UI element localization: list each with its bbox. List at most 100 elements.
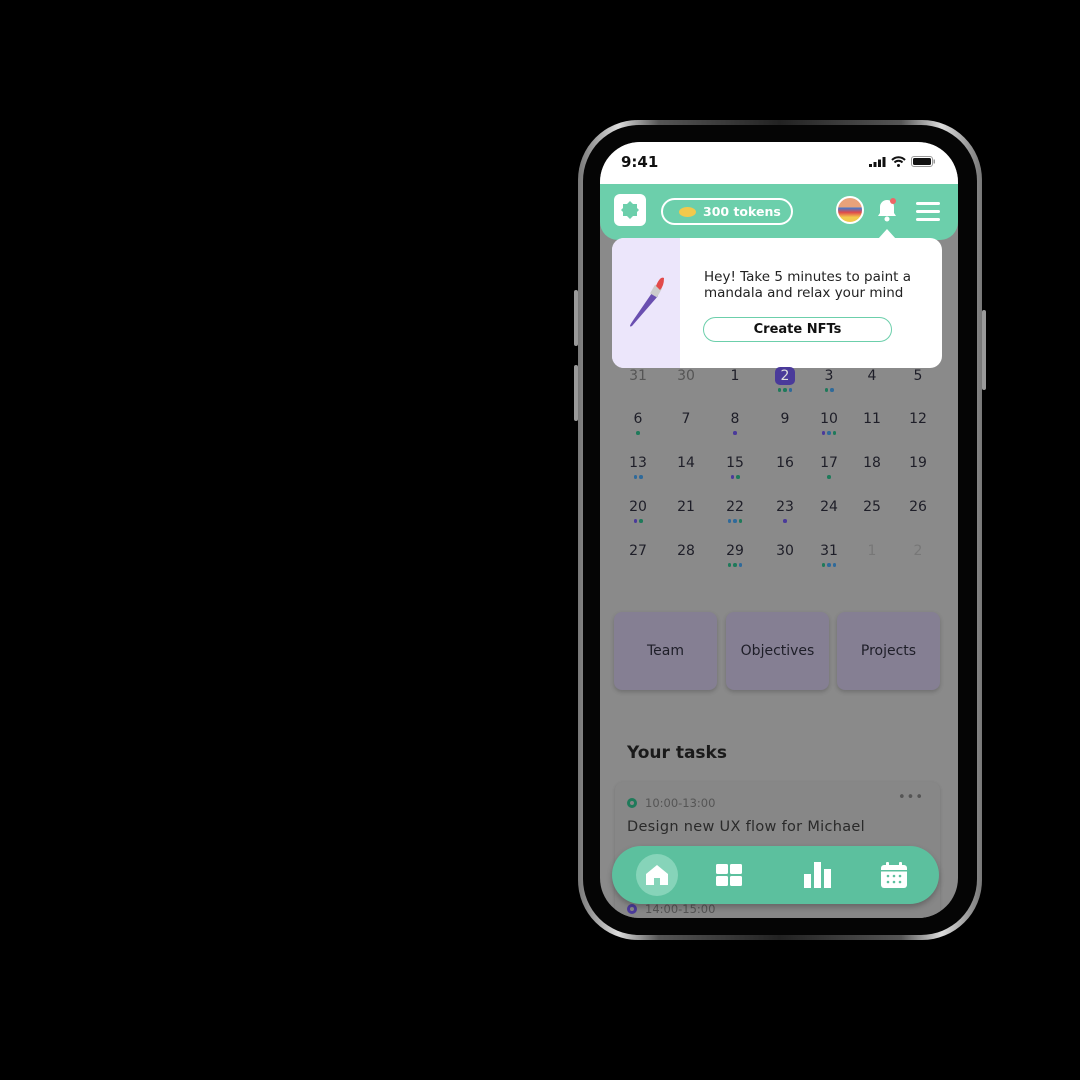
- status-bar: 9:41: [600, 142, 958, 184]
- task-title: Design new UX flow for Michael: [627, 819, 865, 835]
- calendar-day[interactable]: 12: [900, 411, 936, 435]
- nav-stats[interactable]: [797, 854, 839, 896]
- event-dot: [736, 475, 740, 479]
- event-dots: [854, 519, 890, 523]
- day-number: 2: [913, 543, 923, 559]
- bell-icon[interactable]: [877, 197, 899, 223]
- calendar-day[interactable]: 1: [854, 543, 890, 567]
- event-dots: [717, 431, 753, 435]
- calendar-day[interactable]: 14: [668, 455, 704, 479]
- calendar-day[interactable]: 21: [668, 499, 704, 523]
- event-dots: [900, 563, 936, 567]
- card-projects[interactable]: Projects: [837, 612, 940, 690]
- day-number: 5: [913, 368, 923, 384]
- card-team[interactable]: Team: [614, 612, 717, 690]
- popup-illustration: [612, 238, 680, 368]
- event-dots: [811, 388, 847, 392]
- event-dots: [668, 388, 704, 392]
- app-logo-icon[interactable]: [614, 194, 646, 226]
- calendar-day[interactable]: 8: [717, 411, 753, 435]
- event-dots: [854, 475, 890, 479]
- more-options-icon[interactable]: •••: [898, 790, 924, 805]
- calendar-day[interactable]: 18: [854, 455, 890, 479]
- calendar-day[interactable]: 20: [620, 499, 656, 523]
- tokens-button[interactable]: 300 tokens: [661, 198, 793, 225]
- notification-popup: Hey! Take 5 minutes to paint a mandala a…: [612, 238, 942, 368]
- event-dot: [633, 475, 637, 479]
- event-dots: [620, 475, 656, 479]
- tasks-heading: Your tasks: [627, 743, 727, 763]
- day-number: 10: [820, 411, 838, 427]
- calendar-day[interactable]: 25: [854, 499, 890, 523]
- power-button: [982, 310, 986, 390]
- event-dot: [777, 388, 782, 392]
- task-time: 10:00-13:00: [645, 796, 716, 810]
- calendar-day[interactable]: 24: [811, 499, 847, 523]
- event-dots: [854, 388, 890, 392]
- calendar-day[interactable]: 28: [668, 543, 704, 567]
- calendar-day[interactable]: 15: [717, 455, 753, 479]
- event-dots: [668, 431, 704, 435]
- calendar-day[interactable]: 31: [620, 368, 656, 392]
- event-dot: [639, 475, 643, 479]
- create-nfts-button[interactable]: Create NFTs: [703, 317, 892, 342]
- calendar-day[interactable]: 5: [900, 368, 936, 392]
- calendar-day[interactable]: 19: [900, 455, 936, 479]
- calendar-day[interactable]: 23: [767, 499, 803, 523]
- calendar-day[interactable]: 13: [620, 455, 656, 479]
- calendar-day[interactable]: 30: [767, 543, 803, 567]
- calendar-day[interactable]: 16: [767, 455, 803, 479]
- nav-calendar[interactable]: [873, 854, 915, 896]
- event-dots: [811, 431, 847, 435]
- app-header: 300 tokens: [600, 184, 958, 240]
- event-dots: [854, 431, 890, 435]
- calendar-day[interactable]: 4: [854, 368, 890, 392]
- calendar-day[interactable]: 27: [620, 543, 656, 567]
- calendar-day[interactable]: 6: [620, 411, 656, 435]
- status-dot-icon: [627, 798, 637, 808]
- calendar-day[interactable]: 26: [900, 499, 936, 523]
- calendar-day[interactable]: 3: [811, 368, 847, 392]
- calendar-day[interactable]: 2: [767, 367, 803, 392]
- signal-icon: [869, 157, 886, 167]
- calendar-day[interactable]: 10: [811, 411, 847, 435]
- event-dots: [668, 475, 704, 479]
- calendar-day[interactable]: 29: [717, 543, 753, 567]
- day-number: 13: [629, 455, 647, 471]
- event-dots: [717, 388, 753, 392]
- calendar-day[interactable]: 17: [811, 455, 847, 479]
- battery-icon: [911, 156, 935, 167]
- calendar-day[interactable]: 7: [668, 411, 704, 435]
- status-time: 9:41: [621, 153, 659, 171]
- event-dots: [620, 519, 656, 523]
- day-number: 14: [677, 455, 695, 471]
- calendar-day[interactable]: 11: [854, 411, 890, 435]
- app-screen: 9:41 300 tokens Hey! Take 5 minutes to p…: [600, 142, 958, 918]
- calendar-day[interactable]: 30: [668, 368, 704, 392]
- status-dot-icon: [627, 904, 637, 914]
- nav-home[interactable]: [636, 854, 678, 896]
- event-dots: [900, 475, 936, 479]
- avatar[interactable]: [836, 196, 864, 224]
- day-number: 22: [726, 499, 744, 515]
- event-dot: [733, 563, 737, 567]
- calendar-day[interactable]: 9: [767, 411, 803, 435]
- day-number: 27: [629, 543, 647, 559]
- calendar-day[interactable]: 22: [717, 499, 753, 523]
- day-number: 1: [867, 543, 877, 559]
- day-number: 30: [776, 543, 794, 559]
- calendar-day[interactable]: 2: [900, 543, 936, 567]
- event-dot: [783, 519, 787, 523]
- day-number: 30: [677, 368, 695, 384]
- nav-dashboard[interactable]: [708, 854, 750, 896]
- event-dots: [811, 475, 847, 479]
- calendar-icon: [881, 862, 907, 888]
- day-number: 6: [633, 411, 643, 427]
- event-dots: [767, 431, 803, 435]
- calendar-day[interactable]: 1: [717, 368, 753, 392]
- event-dot: [827, 475, 831, 479]
- card-objectives[interactable]: Objectives: [726, 612, 829, 690]
- calendar-day[interactable]: 31: [811, 543, 847, 567]
- task-card-2[interactable]: 14:00-15:00: [627, 902, 715, 916]
- menu-icon[interactable]: [916, 202, 940, 226]
